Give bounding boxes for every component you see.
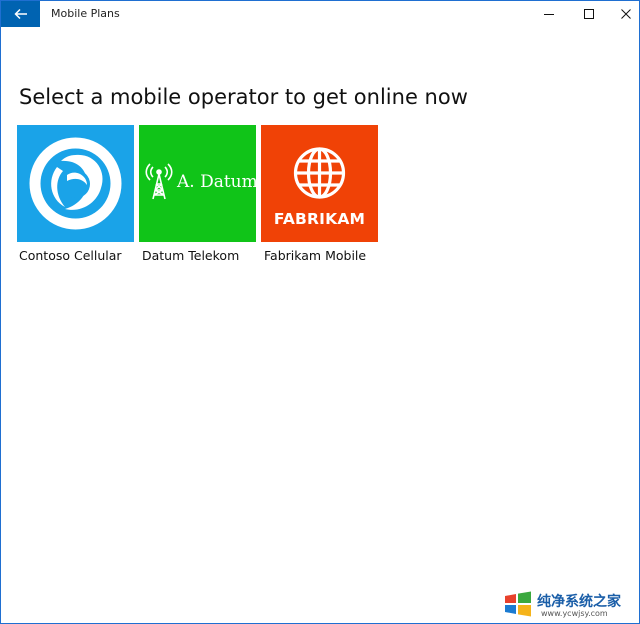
minimize-icon (544, 14, 554, 15)
operator-tile-fabrikam[interactable]: FABRIKAM (261, 125, 378, 242)
operator-label-contoso[interactable]: Contoso Cellular (19, 248, 122, 263)
minimize-button[interactable] (529, 1, 569, 27)
app-window: Mobile Plans Select a mobile operator to… (0, 0, 640, 624)
window-title: Mobile Plans (51, 7, 120, 20)
operator-label-fabrikam[interactable]: Fabrikam Mobile (264, 248, 366, 263)
windows-logo-icon (505, 591, 531, 617)
datum-logo-text: A. Datum (177, 172, 258, 192)
back-button[interactable] (1, 1, 40, 27)
watermark: 纯净系统之家 www.ycwjsy.com (501, 587, 639, 621)
close-button[interactable] (606, 1, 639, 27)
back-arrow-icon (13, 8, 27, 20)
operator-tile-datum[interactable]: A. Datum (139, 125, 258, 242)
watermark-url: www.ycwjsy.com (541, 609, 608, 618)
antenna-tower-icon (145, 163, 173, 200)
close-icon (621, 9, 631, 19)
maximize-button[interactable] (569, 1, 609, 27)
maximize-icon (584, 9, 594, 19)
globe-icon (293, 147, 346, 199)
operator-label-datum[interactable]: Datum Telekom (142, 248, 239, 263)
title-bar: Mobile Plans (1, 1, 639, 27)
contoso-logo-icon (29, 137, 122, 230)
watermark-text: 纯净系统之家 (537, 594, 621, 610)
operator-tile-contoso[interactable] (17, 125, 134, 242)
fabrikam-logo-text: FABRIKAM (273, 210, 366, 228)
page-heading: Select a mobile operator to get online n… (19, 85, 468, 109)
